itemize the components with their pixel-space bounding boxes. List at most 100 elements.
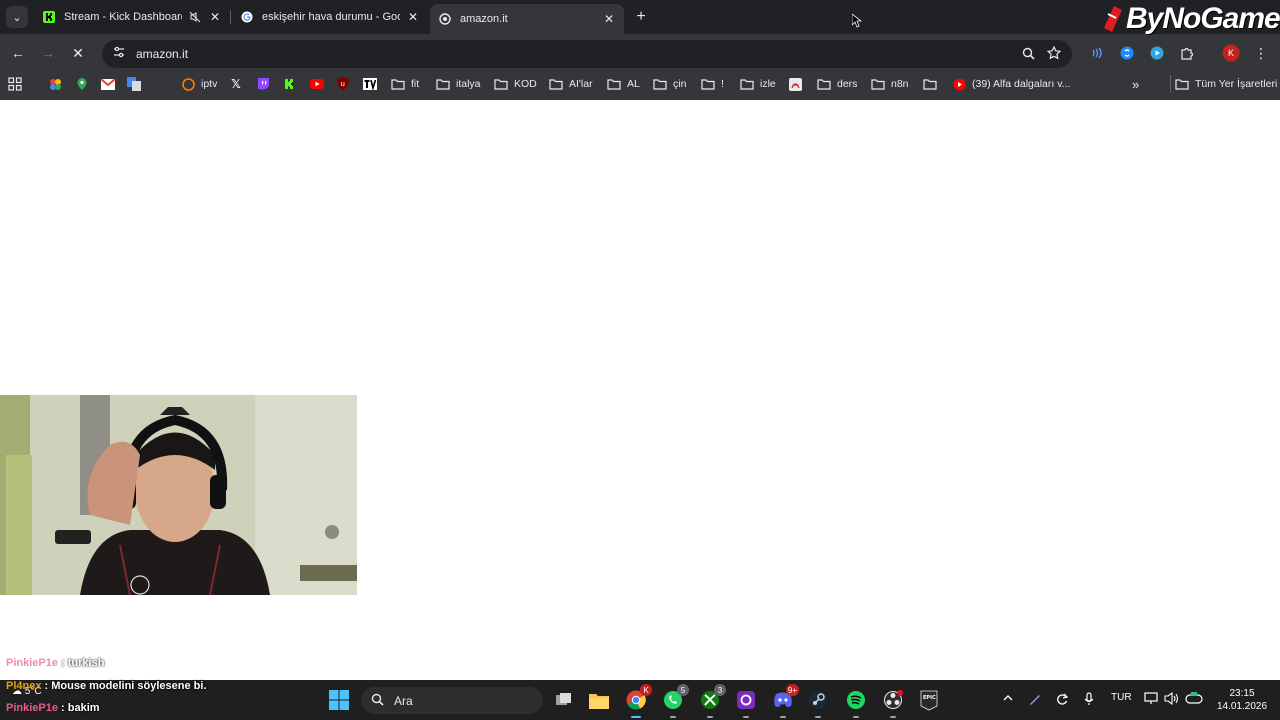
- bookmark-tradingview[interactable]: [363, 75, 383, 93]
- bookmark-folder-italya[interactable]: italya: [436, 75, 481, 93]
- extension-shazam-icon[interactable]: [1118, 44, 1136, 62]
- chrome-profile-badge: K: [640, 684, 652, 696]
- chat-message: PinkieP1e : turkish: [6, 657, 104, 669]
- address-bar[interactable]: amazon.it: [102, 40, 1072, 68]
- show-hidden-icons-chevron-icon[interactable]: [1002, 692, 1014, 707]
- chat-username: PinkieP1e: [6, 657, 58, 669]
- bookmark-google-maps[interactable]: [75, 75, 95, 93]
- chat-username: PinkieP1e: [6, 702, 58, 714]
- bookmark-folder-al[interactable]: AL: [607, 75, 640, 93]
- tab-title: amazon.it: [460, 13, 508, 25]
- bookmark-folder-cin[interactable]: çin: [653, 75, 686, 93]
- bookmark-star-icon[interactable]: [1046, 45, 1062, 61]
- volume-icon[interactable]: [1164, 691, 1179, 708]
- bookmark-folder-fit[interactable]: fit: [391, 75, 419, 93]
- spotify-icon[interactable]: [844, 688, 868, 718]
- forward-button[interactable]: →: [37, 42, 59, 64]
- bookmark-youtube[interactable]: [310, 75, 330, 93]
- extensions-puzzle-icon[interactable]: [1178, 44, 1196, 62]
- obs-icon[interactable]: [881, 688, 905, 718]
- arrow-left-icon: ←: [11, 45, 25, 61]
- chrome-icon[interactable]: K: [624, 684, 652, 718]
- bookmark-folder-ailar[interactable]: AI'lar: [549, 75, 593, 93]
- x-icon: 𝕏: [231, 77, 241, 91]
- input-language[interactable]: TUR: [1111, 692, 1132, 703]
- twitch-icon: [256, 77, 270, 91]
- bookmark-kick[interactable]: [283, 75, 303, 93]
- bookmark-folder-ders[interactable]: ders: [817, 75, 857, 93]
- system-clock[interactable]: 23:15 14.01.2026: [1212, 687, 1272, 713]
- bookmark-google-photos[interactable]: [48, 75, 68, 93]
- bookmark-twitch[interactable]: [256, 75, 276, 93]
- pen-tray-icon[interactable]: [1028, 692, 1042, 709]
- clock-date: 14.01.2026: [1216, 701, 1268, 712]
- plus-icon: +: [636, 8, 646, 25]
- site-info-icon[interactable]: [112, 45, 126, 64]
- bookmark-pdf[interactable]: [788, 75, 808, 93]
- bookmark-iptv[interactable]: iptv: [181, 75, 217, 93]
- task-view-icon[interactable]: [552, 688, 576, 712]
- bookmark-alfa-dalgalari[interactable]: (39) Alfa dalgaları v...: [952, 75, 1070, 93]
- bookmark-label: çin: [673, 78, 687, 90]
- close-icon[interactable]: ✕: [406, 10, 420, 24]
- running-indicator: [780, 716, 786, 718]
- back-button[interactable]: ←: [7, 42, 29, 64]
- bookmark-folder-exclaim[interactable]: !: [701, 75, 724, 93]
- bookmark-label: AI'lar: [569, 78, 593, 90]
- network-icon[interactable]: [1144, 692, 1158, 708]
- url-text: amazon.it: [136, 47, 189, 61]
- discord-icon[interactable]: 9+: [771, 684, 799, 718]
- folder-icon: [871, 77, 885, 91]
- bookmark-gmail[interactable]: [101, 75, 121, 93]
- bookmark-folder-n8n[interactable]: n8n: [871, 75, 909, 93]
- epic-games-icon[interactable]: EPIC: [917, 688, 941, 712]
- gmail-icon: [101, 77, 115, 91]
- xbox-icon[interactable]: 3: [698, 684, 726, 718]
- all-bookmarks-folder[interactable]: Tüm Yer İşaretleri: [1170, 75, 1277, 93]
- steam-icon[interactable]: [806, 688, 830, 718]
- close-icon[interactable]: ✕: [602, 12, 616, 26]
- chat-username: Pl4nex: [6, 680, 42, 692]
- chat-message: PinkieP1e : bakim: [6, 702, 100, 714]
- tab-google-search[interactable]: eskişehir hava durumu - Google ✕: [232, 4, 428, 30]
- bookmark-folder-unnamed[interactable]: [923, 75, 943, 93]
- taskbar-search[interactable]: Ara: [361, 687, 543, 714]
- new-tab-button[interactable]: +: [632, 8, 650, 26]
- muted-icon[interactable]: [188, 10, 202, 24]
- bookmark-x[interactable]: 𝕏: [229, 75, 249, 93]
- stop-loading-button[interactable]: ✕: [67, 42, 89, 64]
- bookmark-folder-izle[interactable]: izle: [740, 75, 776, 93]
- windows-logo-icon: [329, 690, 349, 710]
- browser-toolbar: ← → ✕ amazon.it K ⋮: [0, 38, 1280, 68]
- browser-chrome: ⌄ Stream - Kick Dashboard ✕ eskişehir ha…: [0, 0, 1280, 100]
- bookmark-label: iptv: [201, 78, 218, 90]
- profile-avatar[interactable]: K: [1222, 44, 1240, 62]
- gamepad-battery-icon[interactable]: [1185, 692, 1203, 708]
- file-explorer-icon[interactable]: [587, 688, 611, 712]
- tab-search-button[interactable]: ⌄: [6, 6, 28, 28]
- app-icon[interactable]: [734, 688, 758, 718]
- microphone-icon[interactable]: [1083, 692, 1095, 709]
- google-maps-icon: [75, 77, 89, 91]
- bookmark-label: AL: [627, 78, 640, 90]
- bookmark-google-translate[interactable]: [127, 75, 147, 93]
- close-icon[interactable]: ✕: [208, 10, 222, 24]
- zoom-icon[interactable]: [1020, 45, 1036, 61]
- kebab-menu-icon[interactable]: ⋮: [1252, 44, 1270, 62]
- tab-kick-dashboard[interactable]: Stream - Kick Dashboard ✕: [34, 4, 230, 30]
- whatsapp-icon[interactable]: 5: [661, 684, 689, 718]
- running-indicator: [853, 716, 859, 718]
- tab-amazon[interactable]: amazon.it ✕: [430, 4, 624, 34]
- extension-player-icon[interactable]: [1148, 44, 1166, 62]
- more-bookmarks-chevron-icon[interactable]: »: [1132, 75, 1139, 93]
- folder-icon: [549, 77, 563, 91]
- apps-grid-icon[interactable]: [8, 75, 22, 93]
- extension-audio-icon[interactable]: [1088, 44, 1106, 62]
- bookmark-ublock[interactable]: u: [336, 75, 356, 93]
- bookmark-folder-kod[interactable]: KOD: [494, 75, 537, 93]
- sync-tray-icon[interactable]: [1055, 692, 1069, 709]
- tab-title: Stream - Kick Dashboard: [64, 11, 182, 23]
- bookmark-label: fit: [411, 78, 420, 90]
- start-button[interactable]: [327, 688, 351, 712]
- folder-icon: [494, 77, 508, 91]
